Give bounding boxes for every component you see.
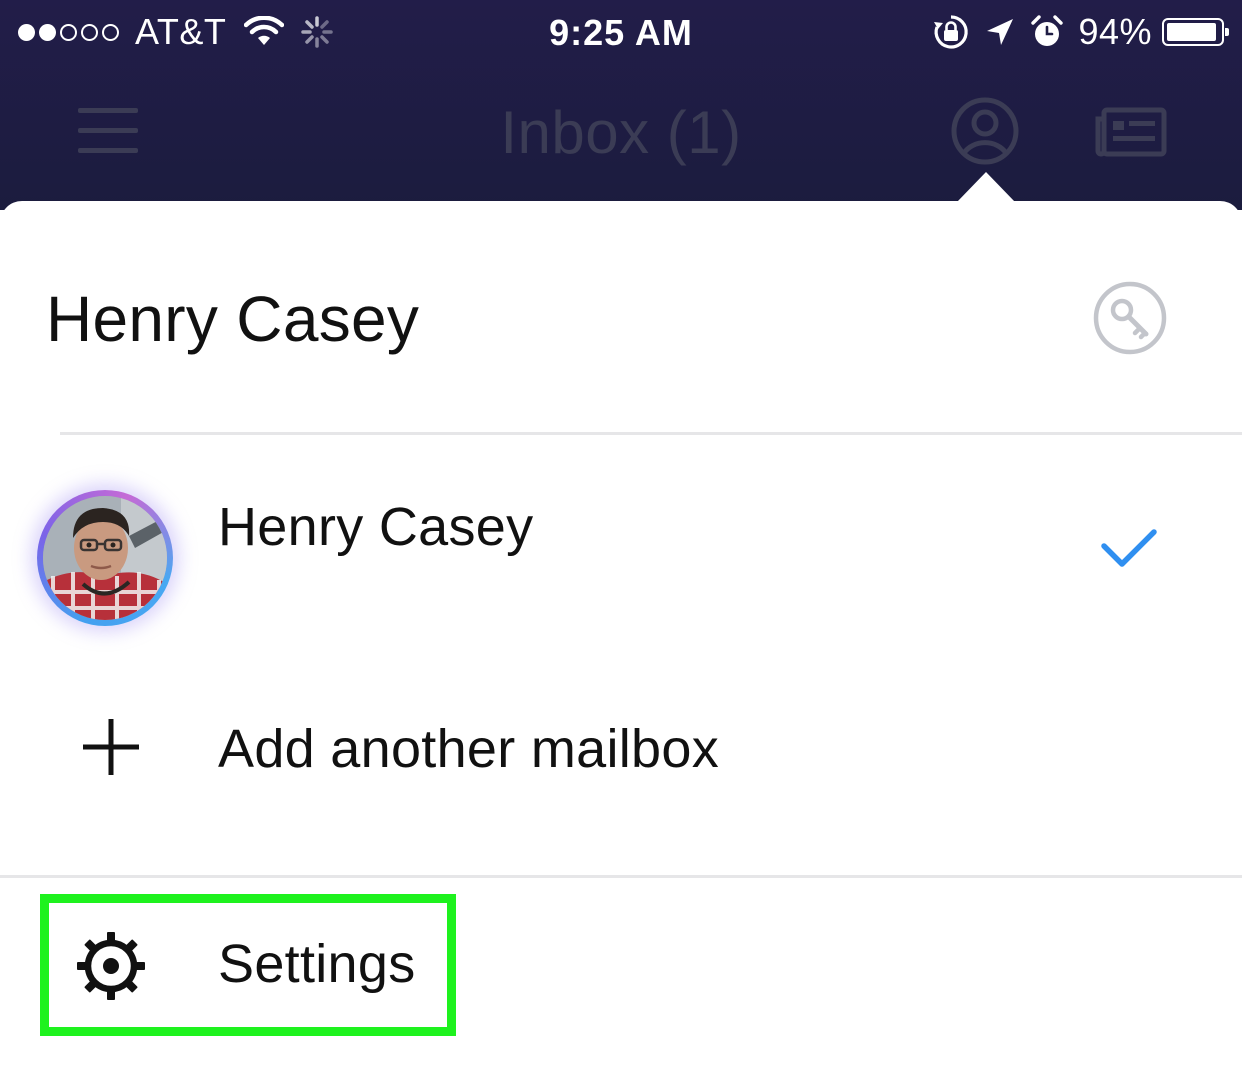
app-screen: AT&T 9:25 AM 94% Inbox (1) Henry Casey H… [0, 0, 1242, 1092]
battery-percent-label: 94% [1078, 11, 1152, 52]
add-mailbox-label: Add another mailbox [218, 719, 720, 779]
avatar [37, 490, 173, 626]
account-header-name: Henry Casey [46, 283, 420, 355]
avatar-photo [43, 496, 167, 620]
status-bar: AT&T 9:25 AM 94% [0, 0, 1242, 62]
gear-icon [77, 932, 145, 1000]
battery-level-fill [1167, 23, 1216, 41]
profile-photo [43, 496, 167, 620]
top-bar: AT&T 9:25 AM 94% Inbox (1) [0, 0, 1242, 210]
account-icon[interactable] [950, 96, 1020, 166]
mailbox-name: Henry Casey [218, 497, 534, 557]
inbox-title: Inbox (1) [500, 99, 742, 166]
mailbox-row[interactable] [0, 436, 1242, 666]
settings-label: Settings [218, 934, 416, 994]
popover-arrow [957, 172, 1015, 202]
key-icon[interactable] [1092, 280, 1168, 356]
battery-icon [1162, 18, 1229, 46]
orientation-lock-icon [934, 15, 969, 49]
header-divider [60, 432, 1242, 435]
alarm-icon [1031, 15, 1064, 46]
checkmark-icon [1101, 529, 1157, 567]
compose-card-icon[interactable] [1095, 107, 1167, 157]
location-arrow-icon [987, 19, 1014, 45]
settings-divider [0, 875, 1242, 878]
status-right: 94% [918, 10, 1229, 54]
plus-icon [83, 719, 139, 775]
